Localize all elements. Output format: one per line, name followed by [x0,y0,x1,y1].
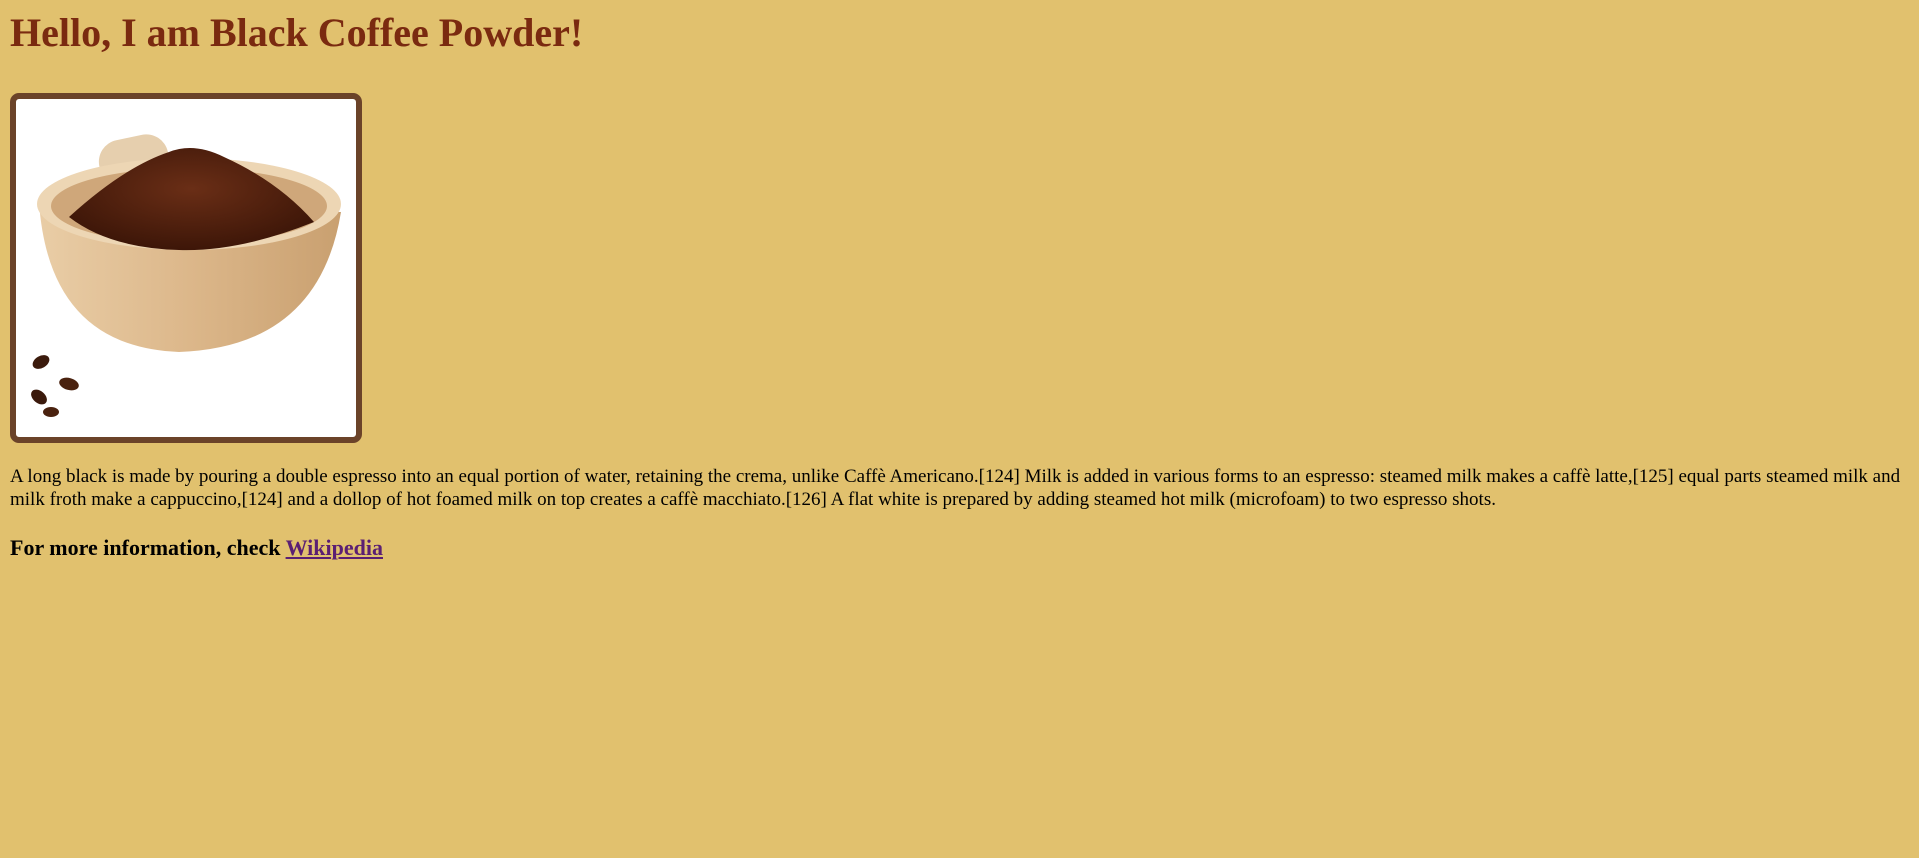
description-paragraph: A long black is made by pouring a double… [10,466,1901,510]
coffee-bowl-illustration [29,112,343,426]
page-title: Hello, I am Black Coffee Powder! [10,10,584,55]
coffee-powder-image [10,93,362,443]
wikipedia-link[interactable]: Wikipedia [286,535,383,560]
page: Hello, I am Black Coffee Powder! A long … [0,0,1919,561]
more-info-heading: For more information, check Wikipedia [10,535,1909,561]
more-info-prefix: For more information, check [10,535,286,560]
